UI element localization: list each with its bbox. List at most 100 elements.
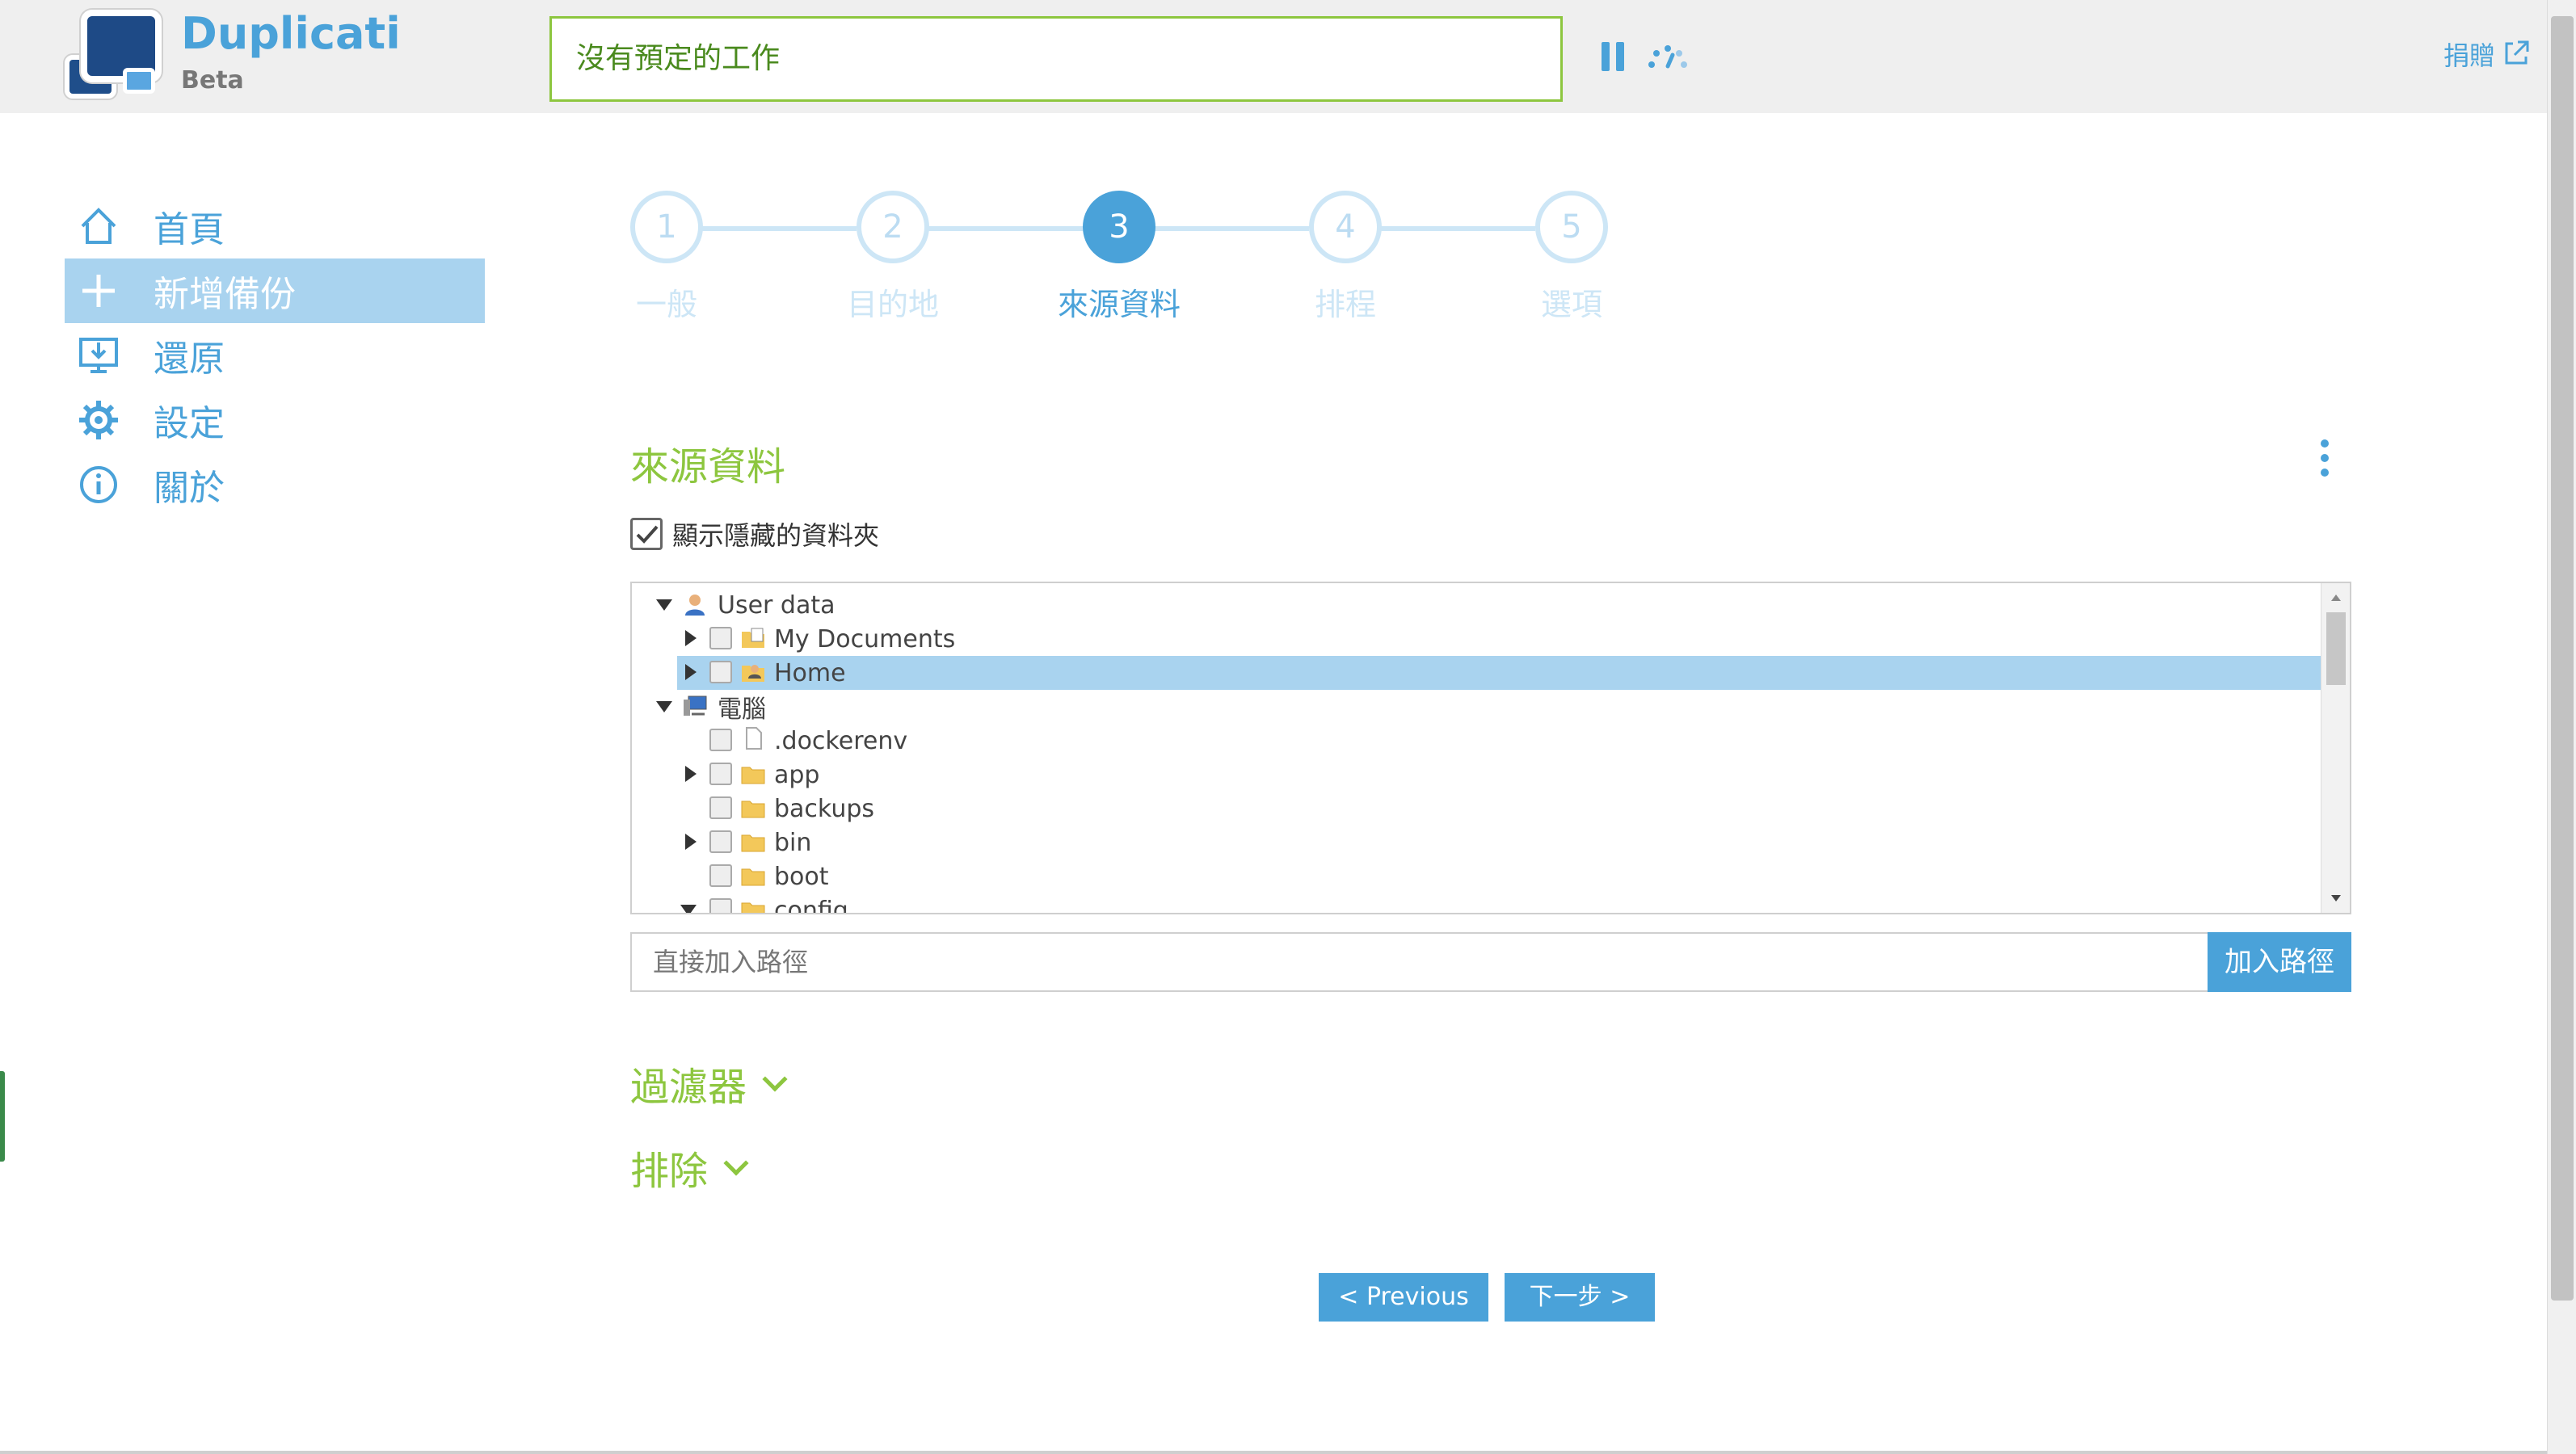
sidebar-item-label: 首頁 (154, 209, 225, 250)
tree-checkbox[interactable] (709, 763, 732, 785)
tree-node-label: Home (774, 658, 846, 687)
exclude-label: 排除 (630, 1149, 709, 1194)
step-label: 一般 (635, 287, 697, 322)
tree-checkbox[interactable] (709, 661, 732, 683)
tree-checkbox[interactable] (709, 796, 732, 819)
expand-arrow-icon[interactable] (685, 834, 697, 850)
exclude-toggle[interactable]: 排除 (630, 1139, 749, 1196)
source-tree[interactable]: User data My Documents Home 電腦 .dockeren… (630, 582, 2351, 914)
pause-icon[interactable] (1602, 42, 1626, 74)
tree-node-home[interactable]: Home (632, 656, 2321, 690)
sidebar-item-home[interactable]: 首頁 (65, 194, 485, 258)
next-button[interactable]: 下一步 > (1505, 1273, 1655, 1322)
tree-checkbox[interactable] (709, 627, 732, 649)
page-scroll-thumb[interactable] (2551, 16, 2574, 1301)
tree-node-label: config (774, 896, 848, 914)
scroll-up-icon[interactable] (2321, 585, 2351, 609)
tree-scrollbar[interactable] (2321, 583, 2350, 913)
collapse-arrow-icon[interactable] (656, 599, 672, 611)
tree-node-label: .dockerenv (774, 726, 908, 755)
sidebar-item-about[interactable]: 關於 (65, 452, 485, 517)
expand-arrow-icon[interactable] (685, 664, 697, 680)
expand-arrow-icon[interactable] (685, 630, 697, 646)
sidebar-item-label: 設定 (154, 403, 225, 444)
computer-icon (684, 695, 707, 716)
step-number: 3 (1083, 191, 1155, 263)
show-hidden-checkbox[interactable] (630, 518, 663, 550)
wizard-steps: 1 一般 2 目的地 3 來源資料 4 排程 5 選項 (630, 191, 1648, 328)
step-label: 排程 (1314, 287, 1376, 322)
home-icon (81, 208, 116, 244)
sidebar: 首頁 新增備份 還原 設定 關於 (65, 194, 485, 517)
step-1[interactable]: 1 一般 (630, 191, 703, 322)
tree-checkbox[interactable] (709, 729, 732, 751)
page-title: 來源資料 (630, 444, 786, 490)
tree-node-label: bin (774, 828, 812, 857)
folder-doc-icon (742, 628, 764, 648)
file-icon (746, 727, 762, 750)
sidebar-item-label: 關於 (154, 468, 225, 509)
sidebar-item-label: 還原 (154, 338, 225, 380)
tree-node-dockerenv[interactable]: .dockerenv (632, 724, 2321, 758)
plus-icon (82, 275, 115, 307)
more-options-icon[interactable] (2314, 436, 2334, 481)
app-header: Duplicati Beta 沒有預定的工作 捐贈 (0, 0, 2547, 113)
step-5[interactable]: 5 選項 (1535, 191, 1608, 322)
duplicati-logo[interactable] (65, 10, 162, 100)
add-path-input[interactable]: 直接加入路徑 (630, 932, 2208, 992)
home-folder-icon (742, 665, 764, 682)
collapse-arrow-icon[interactable] (680, 905, 697, 913)
folder-icon (741, 868, 765, 886)
sidebar-item-restore[interactable]: 還原 (65, 323, 485, 388)
expand-arrow-icon[interactable] (685, 766, 697, 782)
folder-icon (741, 902, 765, 913)
tree-node-boot[interactable]: boot (632, 859, 2321, 893)
user-icon (685, 595, 705, 616)
tree-node-my-documents[interactable]: My Documents (632, 622, 2321, 656)
tree-node-user-data[interactable]: User data (632, 588, 2321, 622)
scroll-down-icon[interactable] (2321, 887, 2351, 911)
tree-node-bin[interactable]: bin (632, 826, 2321, 859)
external-link-icon[interactable] (2502, 39, 2531, 68)
tree-node-backups[interactable]: backups (632, 792, 2321, 826)
folder-icon (741, 767, 765, 784)
sidebar-item-add-backup[interactable]: 新增備份 (65, 258, 485, 323)
tree-node-app[interactable]: app (632, 758, 2321, 792)
status-box: 沒有預定的工作 (549, 16, 1563, 102)
bottom-divider (0, 1451, 2547, 1454)
tree-scroll-thumb[interactable] (2326, 612, 2346, 685)
step-3[interactable]: 3 來源資料 (1058, 191, 1181, 322)
tree-node-label: app (774, 760, 820, 789)
step-label: 來源資料 (1057, 287, 1181, 322)
side-tab-handle[interactable] (0, 1071, 5, 1162)
step-2[interactable]: 2 目的地 (847, 191, 939, 322)
filters-label: 過濾器 (630, 1065, 747, 1110)
donate-link[interactable]: 捐贈 (2443, 36, 2495, 73)
previous-button[interactable]: < Previous (1319, 1273, 1488, 1322)
gear-icon (79, 401, 118, 439)
tree-node-label: User data (718, 590, 836, 620)
tree-checkbox[interactable] (709, 830, 732, 853)
step-label: 目的地 (846, 287, 939, 322)
folder-icon (741, 834, 765, 852)
collapse-arrow-icon[interactable] (656, 701, 672, 712)
tree-node-config[interactable]: config (632, 893, 2321, 914)
app-name[interactable]: Duplicati (181, 8, 401, 59)
sidebar-item-settings[interactable]: 設定 (65, 388, 485, 452)
show-hidden-label: 顯示隱藏的資料夾 (672, 520, 880, 551)
page-scrollbar[interactable] (2547, 0, 2576, 1454)
tree-node-computer[interactable]: 電腦 (632, 690, 2321, 724)
tree-node-label: My Documents (774, 624, 956, 653)
add-path-button[interactable]: 加入路徑 (2208, 932, 2351, 992)
throttle-icon[interactable] (1645, 42, 1690, 71)
step-number: 2 (857, 191, 929, 263)
step-4[interactable]: 4 排程 (1309, 191, 1382, 322)
folder-icon (741, 801, 765, 818)
tree-checkbox[interactable] (709, 864, 732, 887)
tree-node-label: boot (774, 862, 829, 891)
show-hidden-folders[interactable]: 顯示隱藏的資料夾 (630, 515, 879, 553)
step-number: 4 (1309, 191, 1382, 263)
tree-node-label: 電腦 (718, 695, 766, 724)
filters-toggle[interactable]: 過濾器 (630, 1055, 788, 1112)
tree-checkbox[interactable] (709, 898, 732, 913)
